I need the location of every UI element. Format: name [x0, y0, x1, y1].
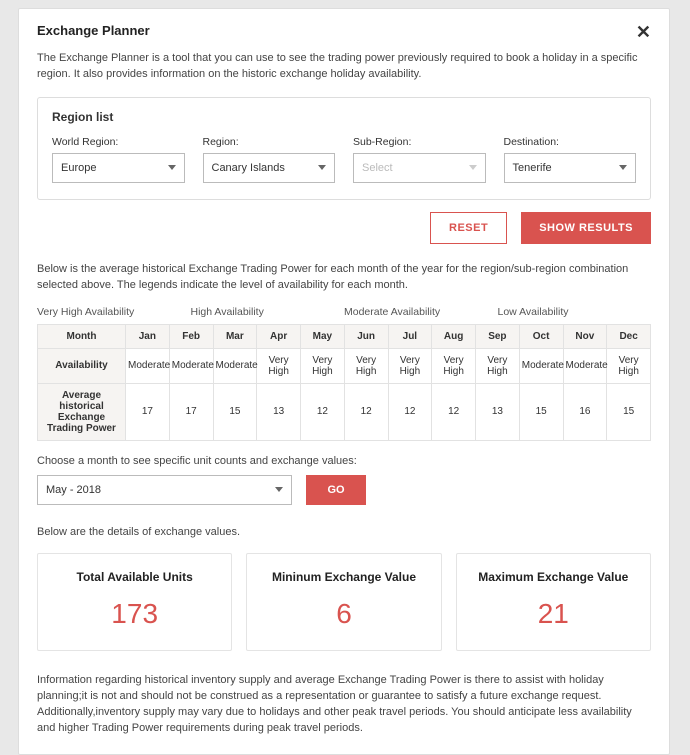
- avail-m7: Very High: [388, 348, 432, 383]
- th-m1: Jan: [126, 324, 170, 348]
- sub-region-select[interactable]: Select: [353, 153, 486, 183]
- power-m12: 15: [607, 383, 651, 440]
- disclaimer-text: Information regarding historical invento…: [37, 673, 651, 737]
- power-m3: 15: [213, 383, 257, 440]
- world-region-value: Europe: [61, 162, 96, 174]
- details-intro: Below are the details of exchange values…: [37, 525, 651, 541]
- th-m11: Nov: [563, 324, 607, 348]
- sub-region-label: Sub-Region:: [353, 136, 486, 148]
- close-icon[interactable]: ✕: [636, 23, 651, 41]
- avail-m10: Moderate: [519, 348, 563, 383]
- reset-button[interactable]: RESET: [430, 212, 507, 244]
- modal-header: Exchange Planner ✕: [37, 23, 651, 41]
- avail-m3: Moderate: [213, 348, 257, 383]
- legend-high: High Availability: [191, 306, 345, 318]
- th-m7: Jul: [388, 324, 432, 348]
- intro-text: The Exchange Planner is a tool that you …: [37, 51, 651, 83]
- month-select-value: May - 2018: [46, 484, 101, 496]
- avail-m11: Moderate: [563, 348, 607, 383]
- avail-m8: Very High: [432, 348, 476, 383]
- card-value-min: 6: [257, 598, 430, 630]
- th-m2: Feb: [169, 324, 213, 348]
- th-availability: Availability: [38, 348, 126, 383]
- destination-value: Tenerife: [513, 162, 552, 174]
- th-m10: Oct: [519, 324, 563, 348]
- world-region-select[interactable]: Europe: [52, 153, 185, 183]
- show-results-button[interactable]: SHOW RESULTS: [521, 212, 651, 244]
- th-m8: Aug: [432, 324, 476, 348]
- chevron-down-icon: [469, 165, 477, 170]
- avail-m4: Very High: [257, 348, 301, 383]
- th-m4: Apr: [257, 324, 301, 348]
- th-m12: Dec: [607, 324, 651, 348]
- go-button[interactable]: GO: [306, 475, 366, 505]
- power-m10: 15: [519, 383, 563, 440]
- card-value-max: 21: [467, 598, 640, 630]
- avail-m1: Moderate: [126, 348, 170, 383]
- power-m7: 12: [388, 383, 432, 440]
- chevron-down-icon: [275, 487, 283, 492]
- th-avg-power: Average historical Exchange Trading Powe…: [38, 383, 126, 440]
- avail-m6: Very High: [344, 348, 388, 383]
- legend-row: Very High Availability High Availability…: [37, 306, 651, 318]
- th-m9: Sep: [476, 324, 520, 348]
- th-m3: Mar: [213, 324, 257, 348]
- region-select[interactable]: Canary Islands: [203, 153, 336, 183]
- card-title-max: Maximum Exchange Value: [467, 570, 640, 584]
- month-select[interactable]: May - 2018: [37, 475, 292, 505]
- region-list-box: Region list World Region: Europe Region:…: [37, 97, 651, 200]
- chevron-down-icon: [318, 165, 326, 170]
- power-m6: 12: [344, 383, 388, 440]
- region-list-title: Region list: [52, 110, 636, 124]
- table-intro-text: Below is the average historical Exchange…: [37, 262, 651, 294]
- availability-table: Month Jan Feb Mar Apr May Jun Jul Aug Se…: [37, 324, 651, 441]
- th-m5: May: [301, 324, 345, 348]
- card-value-total: 173: [48, 598, 221, 630]
- legend-moderate: Moderate Availability: [344, 306, 498, 318]
- destination-select[interactable]: Tenerife: [504, 153, 637, 183]
- modal-title: Exchange Planner: [37, 23, 150, 38]
- region-value: Canary Islands: [212, 162, 285, 174]
- power-m8: 12: [432, 383, 476, 440]
- power-m9: 13: [476, 383, 520, 440]
- power-m4: 13: [257, 383, 301, 440]
- card-total-units: Total Available Units 173: [37, 553, 232, 651]
- card-title-min: Mininum Exchange Value: [257, 570, 430, 584]
- choose-month-label: Choose a month to see specific unit coun…: [37, 455, 651, 467]
- chevron-down-icon: [168, 165, 176, 170]
- card-min-value: Mininum Exchange Value 6: [246, 553, 441, 651]
- th-m6: Jun: [344, 324, 388, 348]
- avail-m12: Very High: [607, 348, 651, 383]
- sub-region-placeholder: Select: [362, 162, 393, 174]
- card-max-value: Maximum Exchange Value 21: [456, 553, 651, 651]
- power-m11: 16: [563, 383, 607, 440]
- legend-low: Low Availability: [498, 306, 652, 318]
- power-m1: 17: [126, 383, 170, 440]
- legend-very-high: Very High Availability: [37, 306, 191, 318]
- avail-m5: Very High: [301, 348, 345, 383]
- power-m5: 12: [301, 383, 345, 440]
- card-title-total: Total Available Units: [48, 570, 221, 584]
- avail-m2: Moderate: [169, 348, 213, 383]
- exchange-planner-modal: Exchange Planner ✕ The Exchange Planner …: [18, 8, 670, 755]
- chevron-down-icon: [619, 165, 627, 170]
- destination-label: Destination:: [504, 136, 637, 148]
- world-region-label: World Region:: [52, 136, 185, 148]
- avail-m9: Very High: [476, 348, 520, 383]
- th-month: Month: [38, 324, 126, 348]
- power-m2: 17: [169, 383, 213, 440]
- region-label: Region:: [203, 136, 336, 148]
